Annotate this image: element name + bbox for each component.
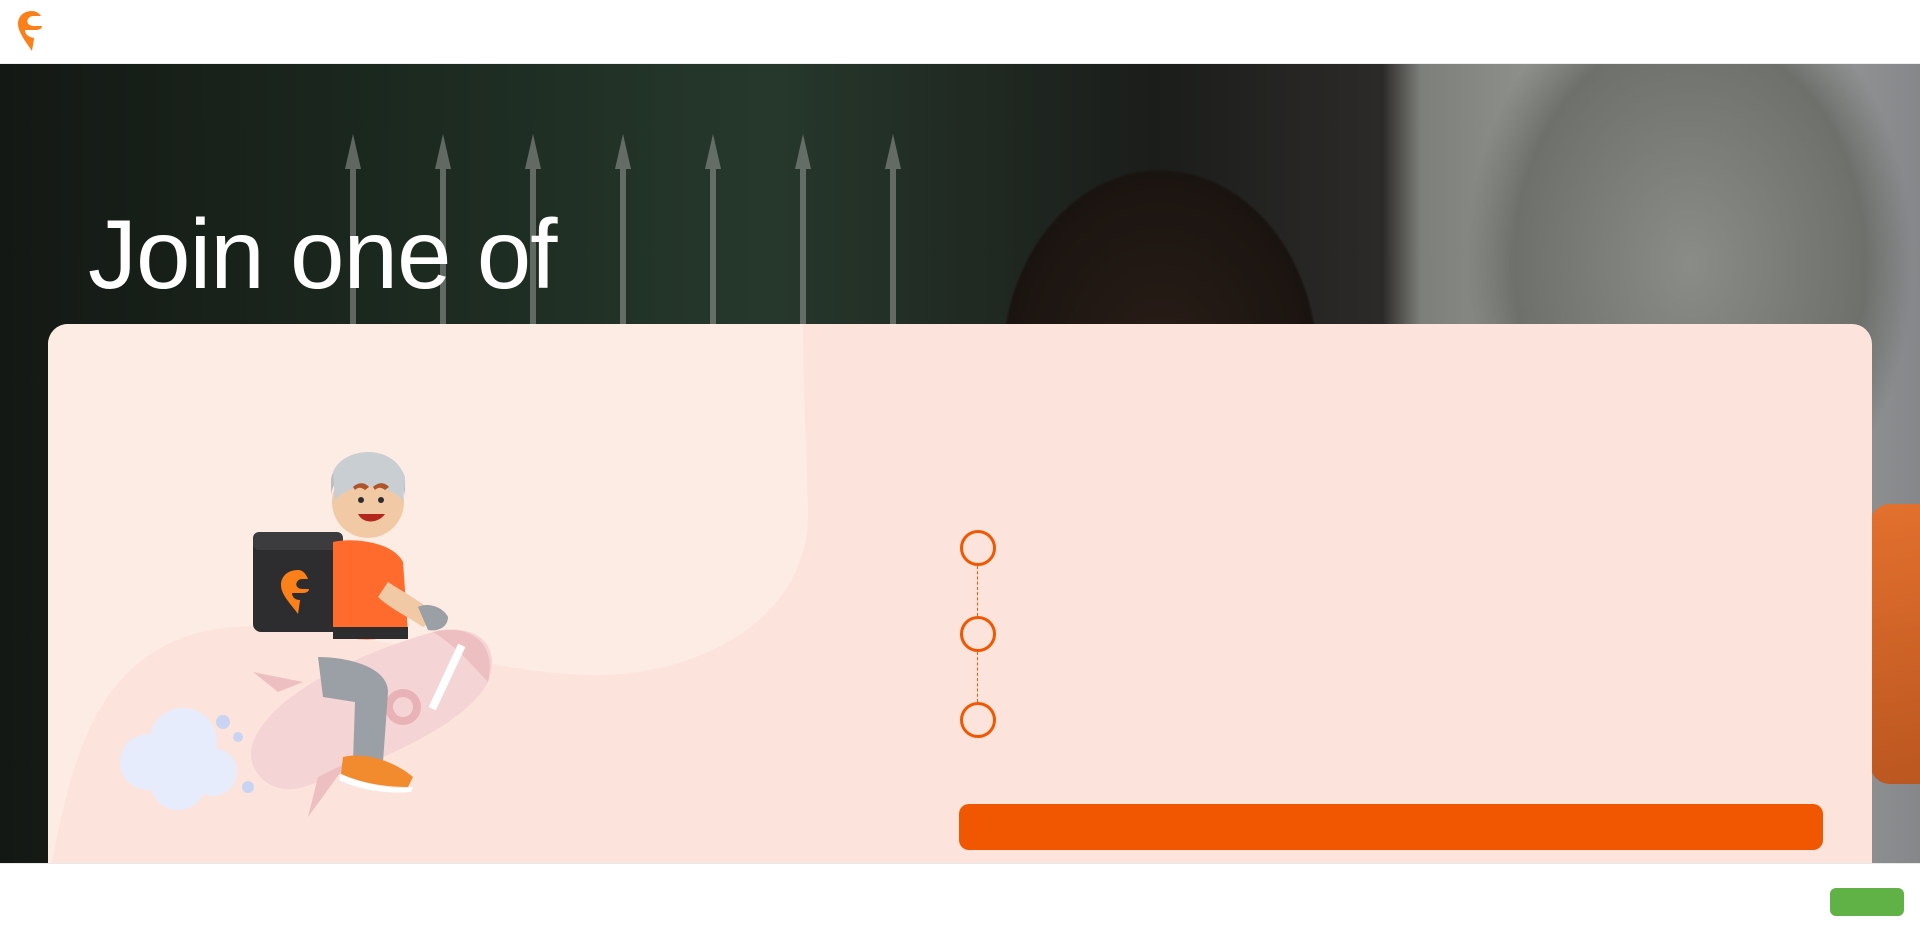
cloud-icon (120, 708, 254, 810)
primary-cta-button[interactable] (959, 804, 1823, 850)
hero-title: Join one of (88, 199, 557, 309)
background-orange-shape (1870, 504, 1920, 784)
steps-indicator (960, 530, 1020, 738)
step-circle-icon (960, 530, 996, 566)
signup-card (48, 324, 1872, 884)
footer-action-button[interactable] (1830, 888, 1904, 916)
step-circle-icon (960, 702, 996, 738)
step-connector (977, 652, 978, 702)
delivery-rider-rocket-icon (120, 452, 492, 817)
swiggy-logo-icon[interactable] (16, 10, 48, 52)
step-circle-icon (960, 616, 996, 652)
top-header (0, 0, 1920, 64)
footer-bar (0, 863, 1920, 941)
step-connector (977, 566, 978, 616)
